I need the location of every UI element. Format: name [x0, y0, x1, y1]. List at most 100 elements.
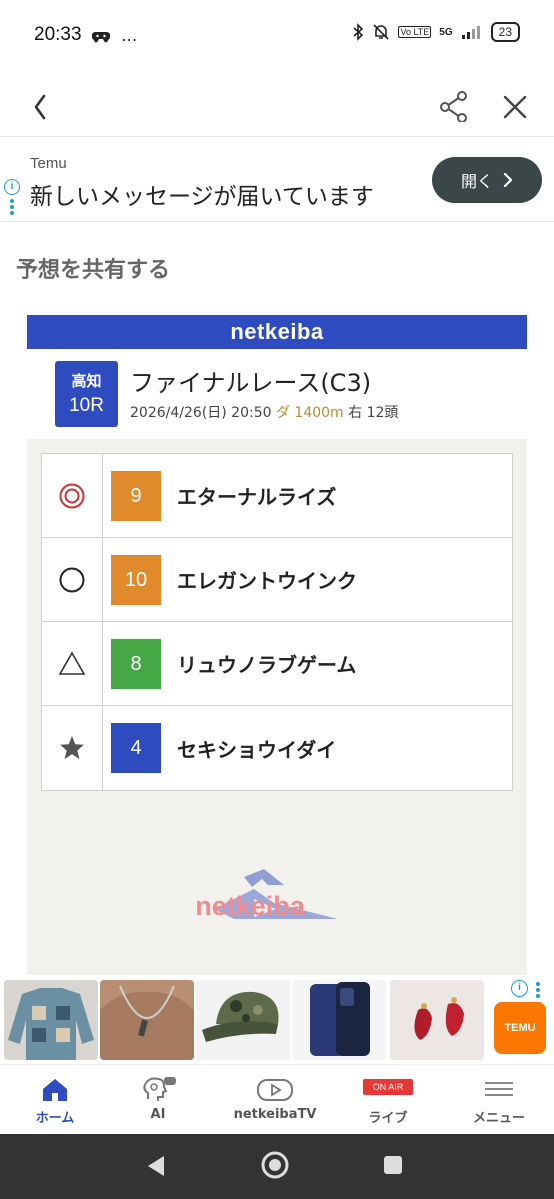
home-icon — [43, 1079, 67, 1101]
double-circle-mark-icon — [59, 483, 85, 508]
chevron-right-icon — [503, 173, 513, 187]
bell-muted-icon — [373, 24, 390, 40]
pick-body: 4 セキショウイダイ — [103, 706, 512, 790]
page-title: 予想を共有する — [16, 258, 171, 283]
status-bar: 20:33 … Vo LTE 5G 23 — [0, 0, 554, 70]
nav-menu-label: メニュー — [472, 1111, 525, 1126]
close-button[interactable] — [498, 82, 532, 122]
phone-case-thumbnail[interactable] — [292, 980, 386, 1060]
camo-cap-image — [196, 980, 290, 1060]
venue-badge: 高知 10R — [55, 361, 118, 427]
nav-home[interactable]: ホーム — [0, 1065, 110, 1135]
horse-name: セキショウイダイ — [177, 737, 337, 762]
ad-options-icon[interactable] — [10, 199, 14, 215]
menu-icon — [485, 1082, 513, 1096]
battery-level: 23 — [490, 22, 520, 42]
game-controller-icon — [91, 31, 111, 42]
more-notifications-indicator: … — [121, 26, 138, 45]
phone-case-image — [292, 980, 386, 1060]
android-recents-icon[interactable] — [382, 1154, 404, 1176]
horse-name: リュウノラブゲーム — [177, 653, 357, 677]
tv-play-icon — [257, 1079, 293, 1101]
sweater-thumbnail[interactable] — [4, 980, 98, 1060]
race-number: 10R — [69, 395, 104, 416]
nav-netkeibatv[interactable]: netkeibaTV — [220, 1065, 330, 1135]
pick-row: 8 リュウノラブゲーム — [42, 622, 512, 706]
earrings-thumbnail[interactable] — [390, 980, 484, 1060]
volte-badge: Vo LTE — [398, 26, 432, 38]
nav-ai[interactable]: AI — [103, 1065, 213, 1135]
horse-number-badge: 4 — [111, 723, 161, 773]
status-right-icons: Vo LTE 5G 23 — [352, 22, 520, 42]
ad-banner[interactable]: i Temu 新しいメッセージが届いています 開く — [0, 136, 554, 222]
network-type: 5G — [439, 26, 453, 38]
pick-body: 10 エレガントウインク — [103, 538, 512, 621]
onair-badge: ON AIR — [363, 1079, 413, 1095]
ad-info-icon[interactable]: i — [511, 980, 528, 997]
android-home-icon[interactable] — [260, 1150, 290, 1180]
temu-logo[interactable]: TEMU — [494, 1002, 546, 1054]
android-back-icon[interactable] — [144, 1152, 168, 1180]
race-info: 高知 10R ファイナルレース(C3) 2026/4/26(日) 20:50 ダ… — [27, 349, 527, 439]
nav-live-label: ライブ — [368, 1111, 408, 1126]
ad-info-icon[interactable]: i — [4, 179, 20, 195]
prediction-card: netkeiba 高知 10R ファイナルレース(C3) 2026/4/26(日… — [27, 315, 527, 975]
circle-mark-icon — [59, 567, 85, 592]
horse-number-badge: 8 — [111, 638, 161, 689]
race-name: ファイナルレース(C3) — [130, 369, 372, 397]
status-time: 20:33 — [34, 24, 82, 45]
race-datetime: 2026/4/26(日) 20:50 — [130, 405, 272, 421]
venue-name: 高知 — [71, 372, 102, 390]
ad-options-icon[interactable] — [536, 982, 540, 1000]
netkeiba-watermark-text: netkeiba — [195, 891, 305, 921]
nav-ai-label: AI — [150, 1107, 166, 1122]
top-bar — [0, 70, 554, 134]
mark-cell — [42, 622, 103, 705]
picks-table: 9 エターナルライズ 10 エレガントウインク 8 リュウノラブゲーム 4 セキ… — [41, 453, 513, 791]
race-course: ダ 1400m — [275, 405, 344, 421]
horse-number-badge: 9 — [111, 470, 161, 521]
android-navigation-bar — [0, 1134, 554, 1199]
nav-live[interactable]: ON AIR ライブ — [333, 1065, 443, 1135]
camo-cap-thumbnail[interactable] — [196, 980, 290, 1060]
ad-message: 新しいメッセージが届いています — [30, 184, 374, 210]
horse-number-badge: 10 — [111, 554, 161, 605]
pick-row: 10 エレガントウインク — [42, 538, 512, 622]
race-meta: 2026/4/26(日) 20:50 ダ 1400m 右 12頭 — [130, 402, 398, 422]
sweater-image — [4, 980, 98, 1060]
ad-open-label: 開く — [460, 172, 493, 191]
temu-logo-text: TEMU — [504, 1022, 536, 1034]
earrings-image — [390, 980, 484, 1060]
pick-body: 8 リュウノラブゲーム — [103, 622, 512, 705]
mark-cell — [42, 454, 103, 537]
mark-cell — [42, 538, 103, 621]
ad-open-button[interactable]: 開く — [432, 157, 542, 203]
close-icon — [503, 95, 527, 119]
chevron-left-icon — [34, 94, 46, 120]
signal-icon — [461, 26, 480, 39]
triangle-mark-icon — [58, 650, 86, 675]
share-button[interactable] — [436, 82, 472, 123]
product-ad-strip[interactable]: i TEMU — [0, 978, 554, 1064]
star-mark-icon — [60, 736, 84, 759]
necklace-thumbnail[interactable] — [100, 980, 194, 1060]
necklace-image — [100, 980, 194, 1060]
status-notification-icons: … — [91, 26, 138, 45]
ai-brain-icon — [143, 1077, 176, 1101]
mark-cell — [42, 706, 103, 790]
nav-menu[interactable]: メニュー — [444, 1065, 554, 1135]
horse-name: エターナルライズ — [177, 485, 337, 509]
bottom-nav: ホーム AI netkeibaTV ON AIR ライブ メニュー — [0, 1064, 554, 1134]
ad-brand: Temu — [30, 155, 67, 172]
back-button[interactable] — [24, 82, 56, 122]
race-direction-runners: 右 12頭 — [348, 405, 399, 421]
pick-body: 9 エターナルライズ — [103, 454, 512, 537]
share-icon — [440, 91, 467, 123]
horse-name: エレガントウインク — [177, 569, 357, 593]
pick-row: 4 セキショウイダイ — [42, 706, 512, 790]
bluetooth-icon — [353, 23, 364, 41]
card-brand-header: netkeiba — [27, 315, 527, 349]
nav-netkeibatv-label: netkeibaTV — [233, 1107, 317, 1122]
nav-home-label: ホーム — [35, 1111, 75, 1126]
pick-row: 9 エターナルライズ — [42, 454, 512, 538]
